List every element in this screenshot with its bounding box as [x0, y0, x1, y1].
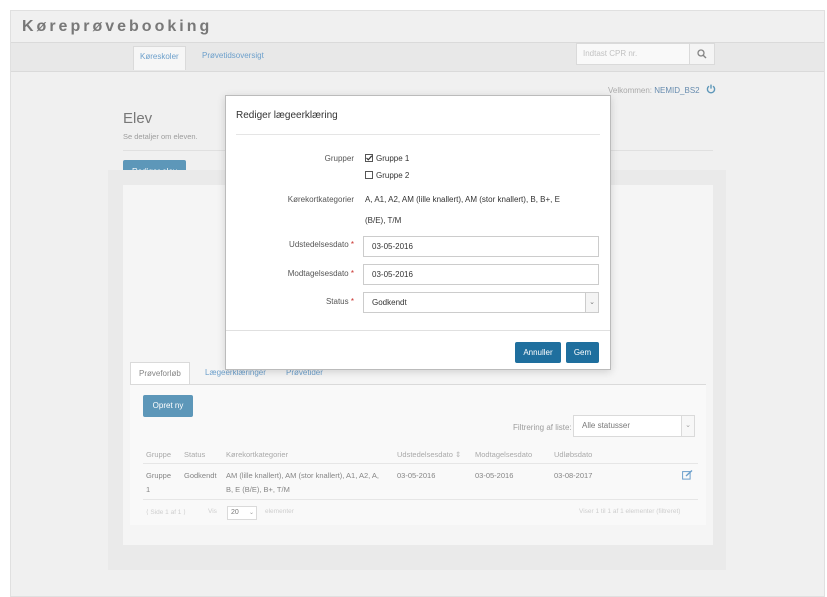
issue-date-label-text: Udstedelsesdato [289, 240, 349, 249]
received-date-label-text: Modtagelsesdato [287, 269, 349, 278]
status-label: Status * [326, 297, 354, 306]
categories-label: Kørekortkategorier [287, 195, 354, 204]
required-marker: * [350, 297, 354, 306]
group-1-label: Gruppe 1 [376, 154, 410, 163]
received-date-label: Modtagelsesdato * [288, 269, 354, 278]
save-button[interactable]: Gem [566, 342, 599, 363]
issue-date-label: Udstedelsesdato * [289, 240, 354, 249]
modal-title: Rediger lægeerklæring [236, 110, 338, 121]
modal-footer-divider [226, 330, 610, 331]
group-2-label: Gruppe 2 [376, 171, 410, 180]
received-date-input[interactable]: 03-05-2016 [363, 264, 599, 285]
categories-line2: (B/E), T/M [365, 216, 402, 225]
groups-label: Grupper [324, 154, 354, 163]
required-marker: * [350, 269, 354, 278]
group-2-checkbox[interactable] [365, 171, 373, 179]
cancel-button[interactable]: Annuller [515, 342, 561, 363]
issue-date-input[interactable]: 03-05-2016 [363, 236, 599, 257]
categories-line1: A, A1, A2, AM (lille knallert), AM (stor… [365, 195, 560, 204]
chevron-down-icon: ⌄ [585, 293, 598, 312]
edit-medical-certificate-modal: Rediger lægeerklæring Grupper Gruppe 1 G… [225, 95, 611, 370]
status-select[interactable]: Godkendt ⌄ [363, 292, 599, 313]
required-marker: * [350, 240, 354, 249]
group-1-checkbox[interactable] [365, 154, 373, 162]
checkmark-icon [366, 155, 373, 161]
status-label-text: Status [325, 297, 349, 306]
modal-divider [236, 134, 600, 135]
status-select-value: Godkendt [372, 298, 407, 307]
